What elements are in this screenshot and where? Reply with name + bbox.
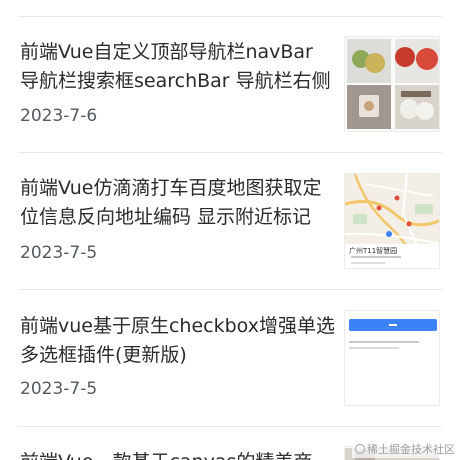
article-title[interactable]: 前端Vue仿滴滴打车百度地图获取定位信息反向地址编码 显示附近标记 [20, 174, 336, 232]
article-date: 2023-7-5 [20, 243, 98, 263]
divider [18, 426, 442, 427]
divider [18, 152, 442, 153]
article-thumbnail[interactable] [344, 36, 440, 132]
article-title[interactable]: 前端vue基于原生checkbox增强单选多选框插件(更新版) [20, 312, 336, 370]
article-date: 2023-7-6 [20, 106, 98, 126]
product-grid-image [347, 39, 439, 129]
juejin-logo-icon [355, 444, 365, 454]
checkbox-demo-image [349, 319, 437, 349]
watermark: 稀土掘金技术社区 [352, 440, 458, 458]
article-date: 2023-7-5 [20, 379, 98, 399]
article-thumbnail[interactable] [344, 310, 440, 406]
article-title[interactable]: 前端Vue一款基于canvas的精美商 [20, 448, 336, 460]
watermark-text: 稀土掘金技术社区 [367, 443, 455, 456]
map-caption: 广州T11智慧园 [349, 247, 398, 255]
divider [18, 289, 442, 290]
divider [18, 16, 442, 17]
article-thumbnail[interactable]: 广州T11智慧园 [344, 173, 440, 269]
article-title[interactable]: 前端Vue自定义顶部导航栏navBar 导航栏搜索框searchBar 导航栏右… [20, 38, 336, 96]
